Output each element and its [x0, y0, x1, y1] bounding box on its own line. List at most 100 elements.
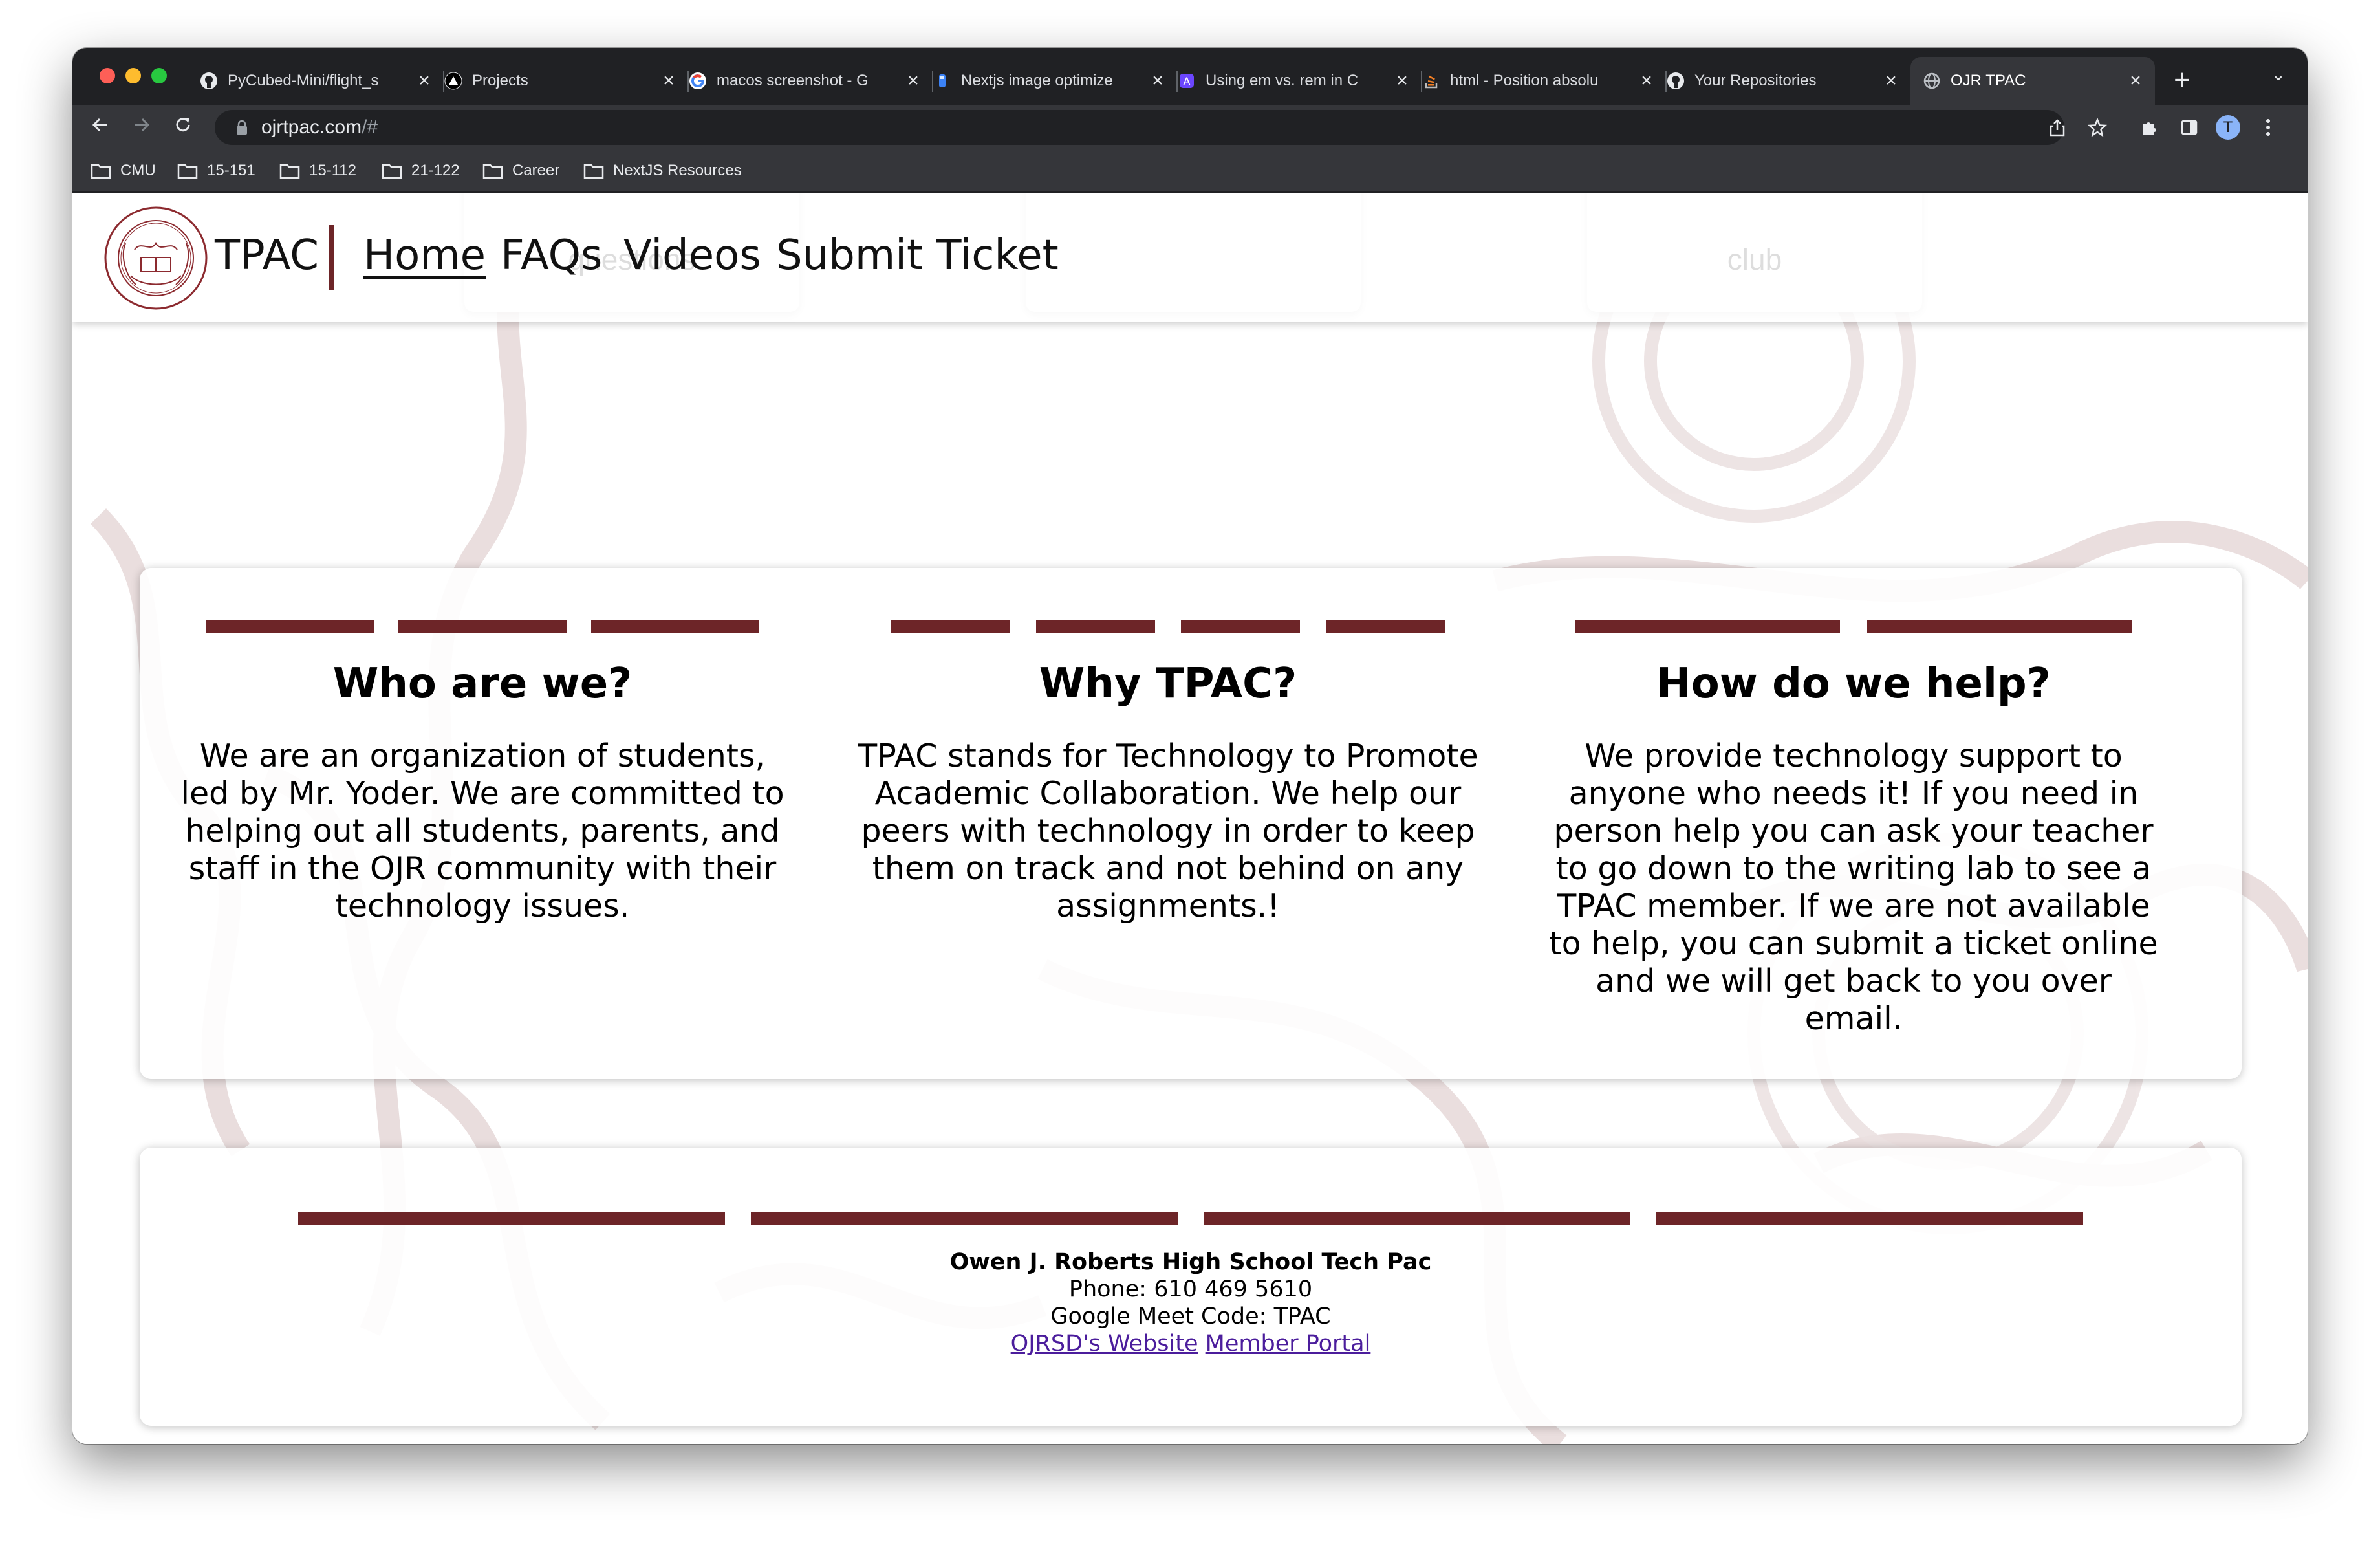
- bookmark-folder-career[interactable]: Career: [482, 159, 559, 182]
- tab-title: Projects: [472, 72, 528, 89]
- bookmark-label: 15-112: [309, 162, 356, 179]
- folder-icon: [177, 164, 198, 179]
- tab-projects[interactable]: Projects ×: [444, 57, 689, 105]
- who-are-we-section: Who are we? We are an organization of st…: [140, 568, 825, 1079]
- section-heading: How do we help?: [1656, 660, 2051, 708]
- vercel-icon: [444, 71, 463, 91]
- accent-bar: [1181, 620, 1300, 633]
- window-close-button[interactable]: [100, 68, 115, 83]
- window-minimize-button[interactable]: [125, 68, 141, 83]
- new-tab-button[interactable]: +: [2163, 61, 2202, 100]
- address-bar[interactable]: ojrtpac.com/#: [215, 110, 2064, 145]
- bookmark-label: Career: [512, 162, 560, 179]
- profile-initial: T: [2216, 115, 2240, 140]
- folder-icon: [279, 164, 300, 179]
- a-logo-icon: A: [1177, 71, 1196, 91]
- nav-link-submit-ticket[interactable]: Submit Ticket: [776, 232, 1059, 279]
- file-icon: [933, 71, 952, 91]
- profile-avatar[interactable]: T: [2214, 114, 2242, 141]
- bookmark-label: NextJS Resources: [613, 162, 742, 179]
- ojrsd-website-link[interactable]: OJRSD's Website: [1011, 1331, 1198, 1357]
- reload-icon[interactable]: [169, 114, 197, 141]
- accent-bars: [140, 1212, 2242, 1225]
- tab-title: OJR TPAC: [1951, 72, 2026, 89]
- tab-ojr-tpac[interactable]: OJR TPAC ×: [1910, 57, 2155, 105]
- footer-meet-code: Google Meet Code: TPAC: [1050, 1304, 1331, 1329]
- tab-close-icon[interactable]: ×: [1638, 70, 1656, 92]
- tab-search-chevron-icon[interactable]: ⌄: [2271, 65, 2286, 85]
- svg-text:A: A: [1183, 76, 1191, 89]
- footer-links: OJRSD's Website Member Portal: [140, 1330, 2242, 1357]
- accent-bar: [1036, 620, 1155, 633]
- nav-link-videos[interactable]: Videos: [623, 232, 761, 279]
- section-body: We provide technology support to anyone …: [1549, 738, 2158, 1037]
- footer-school-name: Owen J. Roberts High School Tech Pac: [949, 1249, 1432, 1275]
- folder-icon: [382, 164, 402, 179]
- tab-pycubed[interactable]: PyCubed-Mini/flight_s ×: [199, 57, 444, 105]
- tab-em-vs-rem[interactable]: A Using em vs. rem in C ×: [1177, 57, 1422, 105]
- tab-html-position[interactable]: html - Position absolu ×: [1422, 57, 1667, 105]
- tab-close-icon[interactable]: ×: [1882, 70, 1900, 92]
- accent-bar: [206, 620, 374, 633]
- member-portal-link[interactable]: Member Portal: [1206, 1331, 1371, 1357]
- bookmark-folder-cmu[interactable]: CMU: [91, 159, 156, 182]
- accent-bar: [751, 1212, 1178, 1225]
- tab-strip: PyCubed-Mini/flight_s × Projects × macos…: [72, 48, 2308, 105]
- section-body: We are an organization of students, led …: [180, 738, 784, 924]
- nav-link-home[interactable]: Home: [363, 232, 486, 279]
- tab-nextjs-image[interactable]: Nextjs image optimize ×: [933, 57, 1178, 105]
- tab-close-icon[interactable]: ×: [660, 70, 678, 92]
- bookmark-star-icon[interactable]: [2084, 114, 2111, 141]
- how-do-we-help-section: How do we help? We provide technology su…: [1511, 568, 2196, 1079]
- folder-icon: [583, 164, 604, 179]
- accent-bar: [891, 620, 1010, 633]
- bookmark-label: CMU: [120, 162, 156, 179]
- google-icon: [688, 71, 708, 91]
- tab-title: PyCubed-Mini/flight_s: [228, 72, 379, 89]
- accent-bars: [140, 620, 825, 633]
- tab-macos-screenshot[interactable]: macos screenshot - G ×: [688, 57, 933, 105]
- tab-close-icon[interactable]: ×: [1149, 70, 1167, 92]
- accent-bar: [1867, 620, 2132, 633]
- back-icon[interactable]: [87, 114, 114, 141]
- tab-title: Nextjs image optimize: [961, 72, 1113, 89]
- bookmark-folder-15-151[interactable]: 15-151: [177, 159, 255, 182]
- footer-contact: Owen J. Roberts High School Tech Pac Pho…: [140, 1249, 2242, 1357]
- tab-close-icon[interactable]: ×: [1393, 70, 1411, 92]
- tab-close-icon[interactable]: ×: [904, 70, 922, 92]
- browser-window: PyCubed-Mini/flight_s × Projects × macos…: [72, 48, 2308, 1444]
- bookmark-folder-21-122[interactable]: 21-122: [382, 159, 460, 182]
- side-panel-icon[interactable]: [2176, 114, 2203, 141]
- tab-title: Your Repositories: [1694, 72, 1817, 89]
- github-icon: [199, 71, 219, 91]
- stackoverflow-icon: [1422, 71, 1441, 91]
- globe-icon: [1922, 71, 1942, 91]
- section-body: TPAC stands for Technology to Promote Ac…: [858, 738, 1478, 924]
- nav-link-faqs[interactable]: FAQs: [501, 232, 602, 279]
- lock-icon: [229, 120, 255, 135]
- extensions-icon[interactable]: [2136, 114, 2163, 141]
- bookmark-folder-15-112[interactable]: 15-112: [279, 159, 356, 182]
- url-host: ojrtpac.com: [261, 116, 362, 138]
- bookmark-folder-nextjs-resources[interactable]: NextJS Resources: [583, 159, 742, 182]
- window-maximize-button[interactable]: [151, 68, 167, 83]
- url-path: /#: [362, 116, 378, 138]
- forward-icon[interactable]: [128, 114, 155, 141]
- tab-title: html - Position absolu: [1450, 72, 1599, 89]
- accent-bar: [591, 620, 759, 633]
- accent-bar: [1575, 620, 1840, 633]
- page-viewport[interactable]: questions club TPAC Home FAQs: [72, 193, 2308, 1444]
- more-menu-icon[interactable]: [2255, 114, 2282, 141]
- site-brand[interactable]: TPAC: [215, 232, 319, 279]
- about-card: Who are we? We are an organization of st…: [140, 568, 2242, 1079]
- accent-bar: [1204, 1212, 1630, 1225]
- tab-your-repositories[interactable]: Your Repositories ×: [1666, 57, 1910, 105]
- share-icon[interactable]: [2044, 114, 2071, 141]
- tab-close-icon[interactable]: ×: [415, 70, 433, 92]
- section-heading: Why TPAC?: [1039, 660, 1297, 708]
- github-icon: [1666, 71, 1685, 91]
- site-navbar: TPAC Home FAQs Videos Submit Ticket: [72, 193, 2308, 322]
- why-tpac-section: Why TPAC? TPAC stands for Technology to …: [825, 568, 1511, 1079]
- tab-close-icon[interactable]: ×: [2126, 70, 2145, 92]
- section-heading: Who are we?: [332, 660, 633, 708]
